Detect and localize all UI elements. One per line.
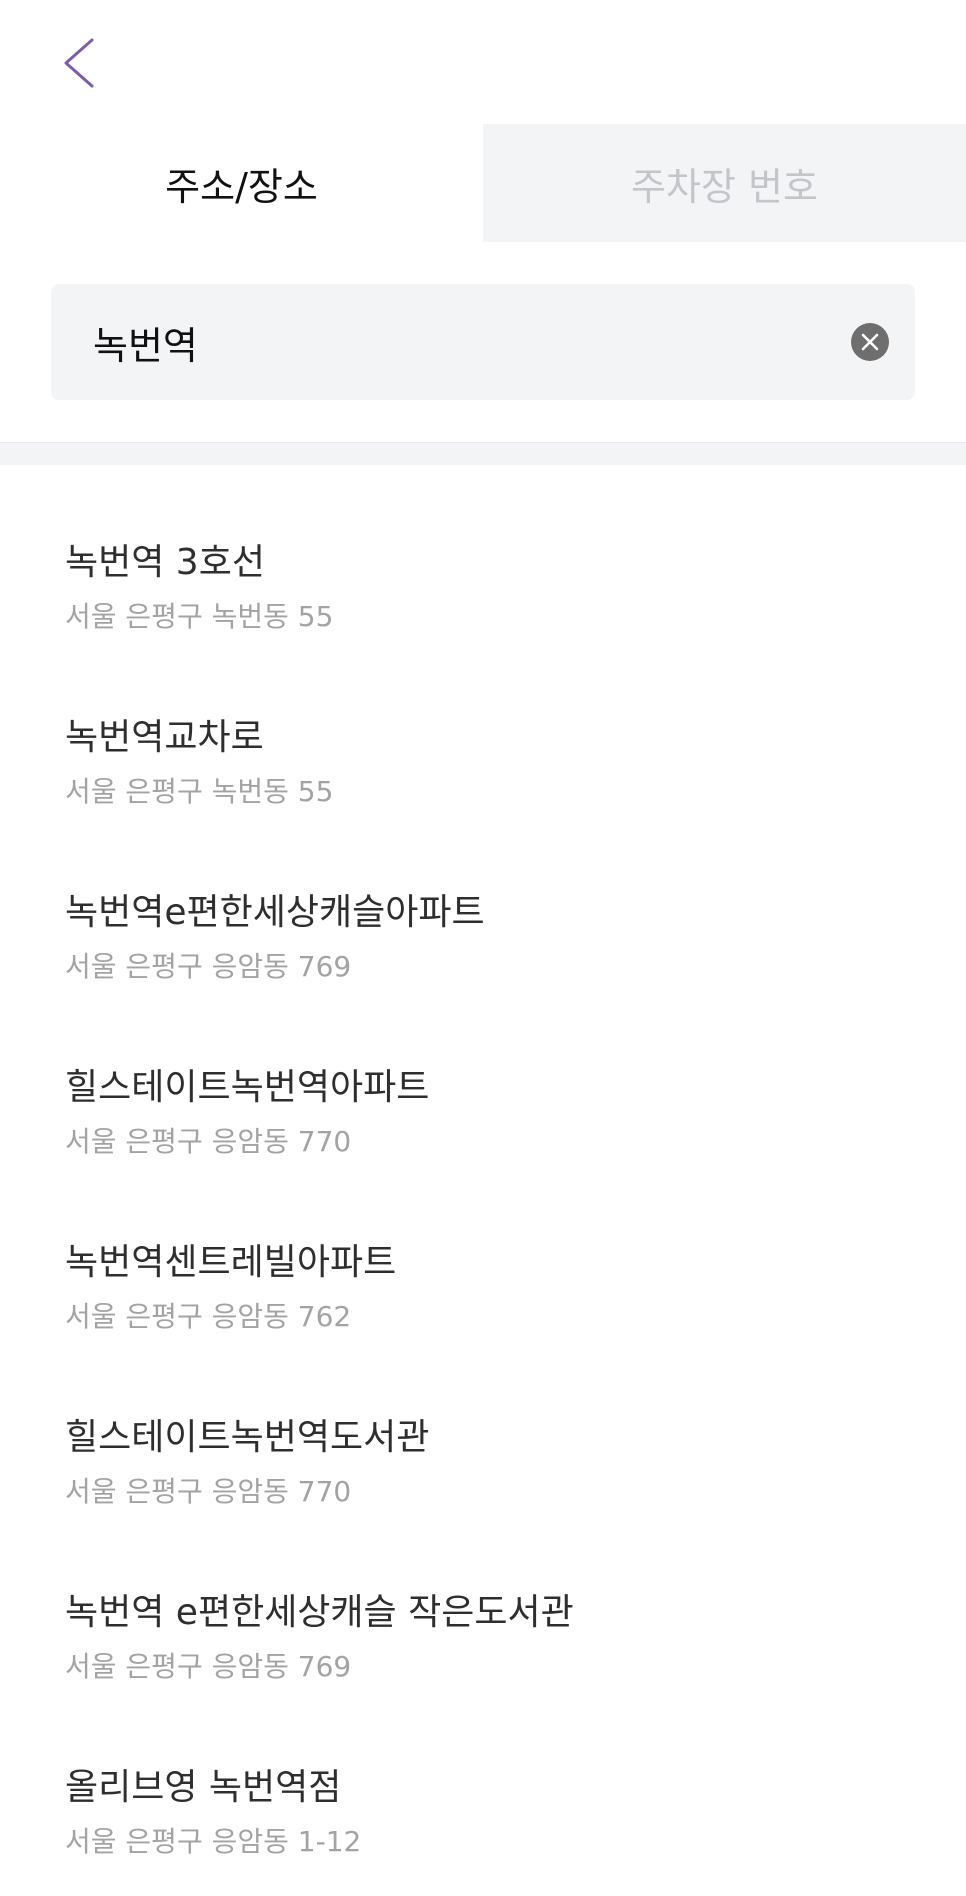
result-address: 서울 은평구 응암동 1-12 xyxy=(65,1825,362,1858)
result-address: 서울 은평구 응암동 770 xyxy=(65,1475,352,1508)
list-item[interactable]: 힐스테이트녹번역아파트 서울 은평구 응암동 770 xyxy=(0,1058,966,1233)
search-area xyxy=(0,242,966,400)
search-results-list: 녹번역 3호선 서울 은평구 녹번동 55 녹번역교차로 서울 은평구 녹번동 … xyxy=(0,465,966,1896)
tab-label: 주차장 번호 xyxy=(631,164,818,209)
result-name: 녹번역e편한세상캐슬아파트 xyxy=(65,892,485,933)
top-bar xyxy=(0,0,966,124)
chevron-left-icon xyxy=(64,38,94,88)
back-button[interactable] xyxy=(50,28,110,98)
result-name: 힐스테이트녹번역아파트 xyxy=(65,1067,430,1108)
search-input[interactable] xyxy=(93,284,813,400)
result-name: 녹번역 3호선 xyxy=(65,542,265,583)
clear-button[interactable] xyxy=(851,323,889,361)
search-type-tabs: 주소/장소 주차장 번호 xyxy=(0,124,966,242)
result-name: 올리브영 녹번역점 xyxy=(65,1767,342,1808)
list-item[interactable]: 녹번역 3호선 서울 은평구 녹번동 55 xyxy=(0,533,966,708)
list-item[interactable]: 녹번역센트레빌아파트 서울 은평구 응암동 762 xyxy=(0,1233,966,1408)
result-address: 서울 은평구 녹번동 55 xyxy=(65,775,334,808)
list-item[interactable]: 힐스테이트녹번역도서관 서울 은평구 응암동 770 xyxy=(0,1408,966,1583)
list-item[interactable]: 녹번역 e편한세상캐슬 작은도서관 서울 은평구 응암동 769 xyxy=(0,1583,966,1758)
result-name: 힐스테이트녹번역도서관 xyxy=(65,1417,430,1458)
list-item[interactable]: 올리브영 녹번역점 서울 은평구 응암동 1-12 xyxy=(0,1758,966,1896)
result-name: 녹번역센트레빌아파트 xyxy=(65,1242,397,1283)
tab-parking-number[interactable]: 주차장 번호 xyxy=(483,124,966,242)
section-divider xyxy=(0,442,966,465)
result-address: 서울 은평구 녹번동 55 xyxy=(65,600,334,633)
result-address: 서울 은평구 응암동 762 xyxy=(65,1300,352,1333)
result-address: 서울 은평구 응암동 769 xyxy=(65,1650,352,1683)
result-address: 서울 은평구 응암동 769 xyxy=(65,950,352,983)
tab-address-place[interactable]: 주소/장소 xyxy=(0,124,483,242)
list-item[interactable]: 녹번역교차로 서울 은평구 녹번동 55 xyxy=(0,708,966,883)
list-item[interactable]: 녹번역e편한세상캐슬아파트 서울 은평구 응암동 769 xyxy=(0,883,966,1058)
result-address: 서울 은평구 응암동 770 xyxy=(65,1125,352,1158)
tab-label: 주소/장소 xyxy=(165,164,318,209)
result-name: 녹번역교차로 xyxy=(65,717,264,758)
clear-circle-icon xyxy=(861,333,879,351)
result-name: 녹번역 e편한세상캐슬 작은도서관 xyxy=(65,1592,574,1633)
search-box xyxy=(51,284,915,400)
